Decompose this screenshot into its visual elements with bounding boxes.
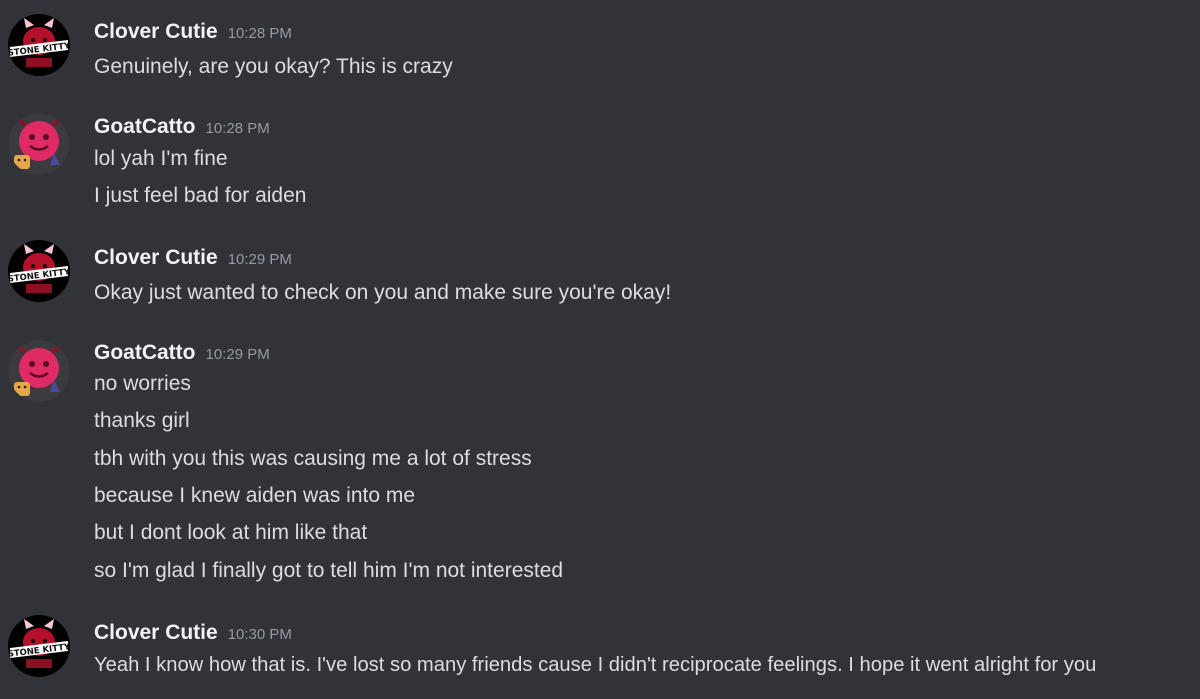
author-name[interactable]: Clover Cutie [94,621,218,644]
message-text: because I knew aiden was into me [94,484,416,507]
message-text: Yeah I know how that is. I've lost so ma… [94,654,1097,676]
author-name[interactable]: GoatCatto [94,115,196,138]
timestamp[interactable]: 10:28 PM [228,25,292,42]
message-text: but I dont look at him like that [94,521,368,544]
message-header: Clover Cutie 10:30 PM [94,621,292,645]
avatar[interactable]: STONE KITTY [8,240,70,302]
message-text: tbh with you this was causing me a lot o… [94,447,532,470]
message-text: thanks girl [94,409,190,432]
author-name[interactable]: Clover Cutie [94,246,218,269]
clover-cutie-avatar-icon: STONE KITTY [8,14,70,76]
timestamp[interactable]: 10:28 PM [206,120,270,137]
author-name[interactable]: Clover Cutie [94,20,218,43]
avatar[interactable]: STONE KITTY [8,14,70,76]
message-header: GoatCatto 10:29 PM [94,341,270,365]
clover-cutie-avatar-icon: STONE KITTY [8,240,70,302]
message-text: no worries [94,372,191,395]
message-header: Clover Cutie 10:28 PM [94,20,292,44]
message-header: GoatCatto 10:28 PM [94,115,270,139]
timestamp[interactable]: 10:29 PM [228,251,292,268]
author-name[interactable]: GoatCatto [94,341,196,364]
message-text: Okay just wanted to check on you and mak… [94,281,672,304]
timestamp[interactable]: 10:29 PM [206,346,270,363]
clover-cutie-avatar-icon: STONE KITTY [8,615,70,677]
goatcatto-avatar-icon [8,113,70,175]
avatar[interactable]: STONE KITTY [8,615,70,677]
chat-message-list: STONE KITTY Clover Cutie 10:28 PM Genuine… [0,0,1200,699]
message-text: so I'm glad I finally got to tell him I'… [94,559,564,582]
message-text: I just feel bad for aiden [94,184,307,207]
message-text: lol yah I'm fine [94,147,228,170]
timestamp[interactable]: 10:30 PM [228,626,292,643]
avatar[interactable] [8,113,70,175]
message-header: Clover Cutie 10:29 PM [94,246,292,270]
avatar[interactable] [8,340,70,402]
message-text: Genuinely, are you okay? This is crazy [94,55,453,78]
goatcatto-avatar-icon [8,340,70,402]
